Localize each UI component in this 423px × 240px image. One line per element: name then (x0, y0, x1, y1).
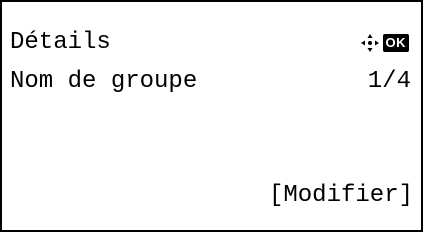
ok-badge: OK (382, 34, 409, 52)
dpad-arrows-icon (360, 34, 379, 52)
modify-softkey[interactable]: [Modifier] (269, 182, 413, 210)
nav-ok-indicator: OK (359, 32, 409, 54)
item-label: Nom de groupe (10, 68, 198, 95)
page-counter: 1/4 (367, 68, 411, 95)
lcd-display: Détails OK Nom de groupe 1/4 [Modifier] (0, 0, 423, 232)
screen-title: Détails (10, 29, 111, 56)
